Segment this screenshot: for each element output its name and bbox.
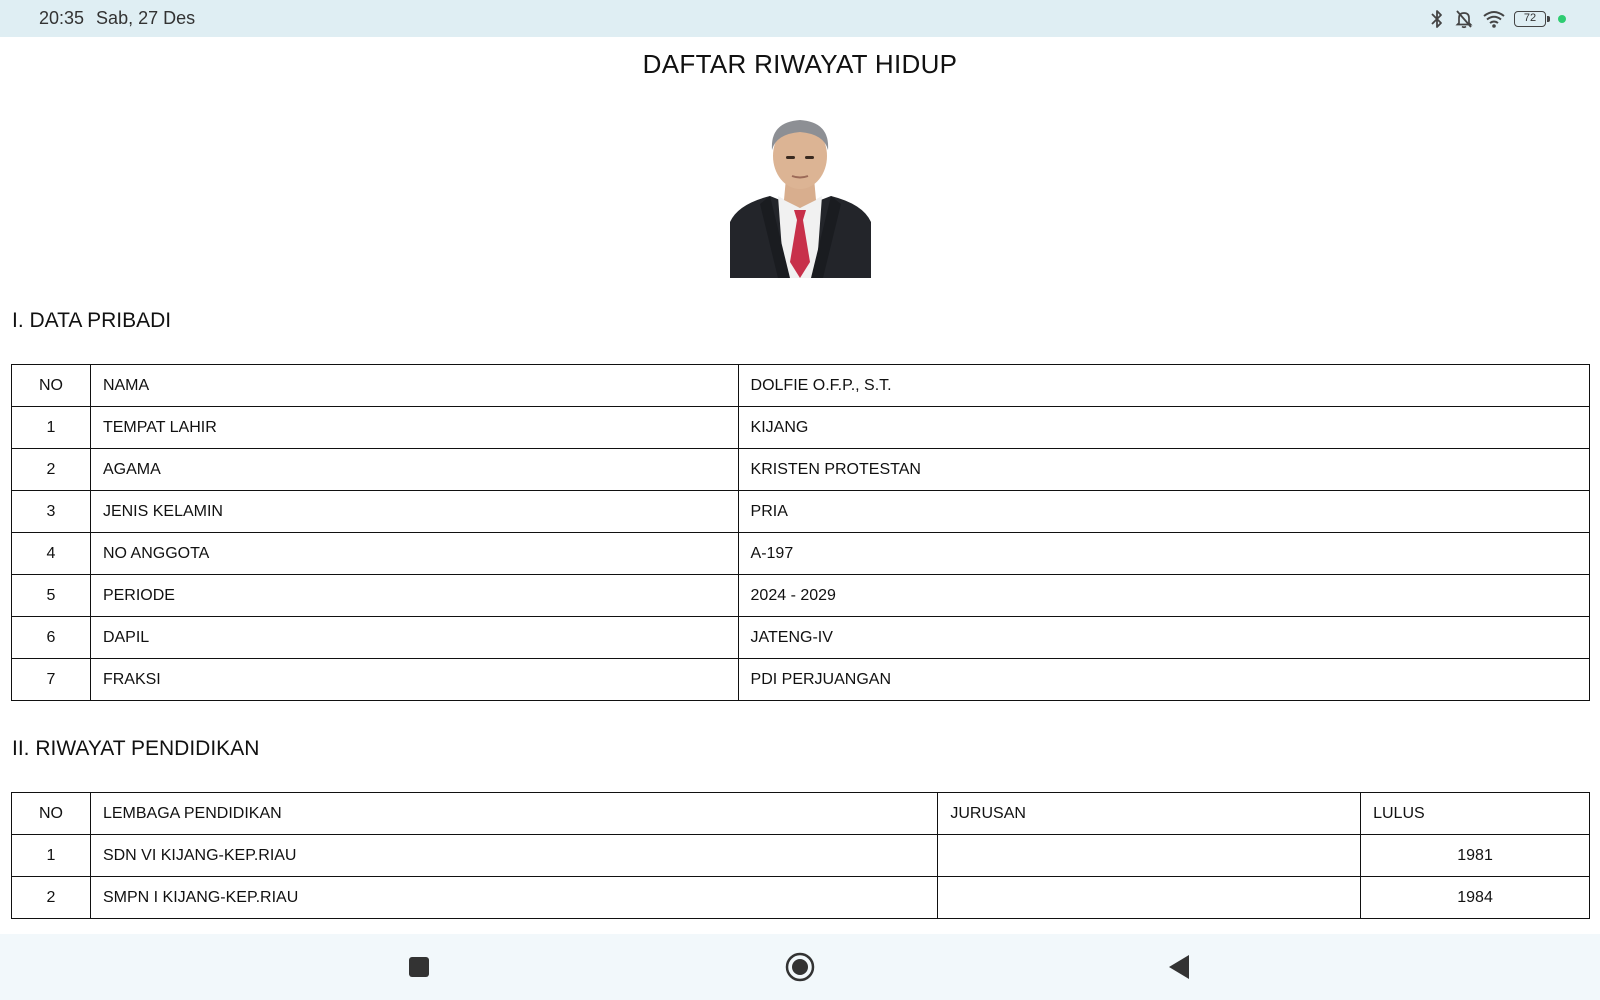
table-cell-field: AGAMA — [89, 448, 739, 491]
table-cell-no: 5 — [11, 574, 91, 617]
table-cell-field: JENIS KELAMIN — [89, 490, 739, 533]
table-cell-no: NO — [11, 364, 91, 407]
table-row: 5 PERIODE 2024 - 2029 — [11, 574, 1591, 617]
education-table: NO LEMBAGA PENDIDIKAN JURUSAN LULUS 1 SD… — [11, 792, 1590, 919]
table-cell-no: 6 — [11, 616, 91, 659]
personal-data-table: NO NAMA DOLFIE O.F.P., S.T. 1 TEMPAT LAH… — [11, 364, 1591, 701]
table-cell-field: DAPIL — [89, 616, 739, 659]
table-cell-institution: SDN VI KIJANG-KEP.RIAU — [89, 834, 939, 877]
section-heading-riwayat-pendidikan: II. RIWAYAT PENDIDIKAN — [12, 737, 260, 760]
table-cell-value: KIJANG — [737, 406, 1591, 449]
table-cell-no: 2 — [11, 448, 91, 491]
table-cell-no: 1 — [11, 834, 91, 877]
bluetooth-icon — [1428, 9, 1446, 29]
table-cell-no: 3 — [11, 490, 91, 533]
navigation-bar — [0, 934, 1600, 1000]
bell-off-icon — [1454, 9, 1474, 29]
table-cell-institution: LEMBAGA PENDIDIKAN — [89, 792, 939, 835]
table-cell-no: 7 — [11, 658, 91, 701]
status-left: 20:35 Sab, 27 Des — [39, 8, 195, 29]
section-heading-data-pribadi: I. DATA PRIBADI — [12, 309, 172, 332]
table-row: 7 FRAKSI PDI PERJUANGAN — [11, 658, 1591, 701]
back-triangle-icon[interactable] — [1164, 952, 1194, 982]
table-row: 6 DAPIL JATENG-IV — [11, 616, 1591, 659]
battery-icon: 72 — [1514, 10, 1550, 27]
table-cell-value: KRISTEN PROTESTAN — [737, 448, 1591, 491]
table-cell-year: 1981 — [1360, 834, 1590, 877]
table-cell-value: DOLFIE O.F.P., S.T. — [737, 364, 1591, 407]
status-time: 20:35 — [39, 8, 85, 28]
table-row: 2 AGAMA KRISTEN PROTESTAN — [11, 448, 1591, 491]
table-row: 1 TEMPAT LAHIR KIJANG — [11, 406, 1591, 449]
table-cell-year: 1984 — [1360, 876, 1590, 919]
table-cell-value: JATENG-IV — [737, 616, 1591, 659]
table-row: 1 SDN VI KIJANG-KEP.RIAU 1981 — [11, 834, 1590, 877]
table-cell-no: NO — [11, 792, 91, 835]
document-view[interactable]: DAFTAR RIWAYAT HIDUP I. DATA PRIBADI NO … — [0, 37, 1600, 934]
table-cell-major: JURUSAN — [937, 792, 1362, 835]
table-row: NO LEMBAGA PENDIDIKAN JURUSAN LULUS — [11, 792, 1590, 835]
status-icons: 72 — [1428, 9, 1566, 29]
document-title: DAFTAR RIWAYAT HIDUP — [642, 49, 958, 79]
table-cell-value: PDI PERJUANGAN — [737, 658, 1591, 701]
table-cell-field: NO ANGGOTA — [89, 532, 739, 575]
table-cell-no: 1 — [11, 406, 91, 449]
table-row: NO NAMA DOLFIE O.F.P., S.T. — [11, 364, 1591, 407]
table-cell-field: TEMPAT LAHIR — [89, 406, 739, 449]
table-cell-institution: SMPN I KIJANG-KEP.RIAU — [89, 876, 939, 919]
table-cell-no: 2 — [11, 876, 91, 919]
table-cell-major — [937, 876, 1362, 919]
table-cell-field: PERIODE — [89, 574, 739, 617]
table-cell-field: NAMA — [89, 364, 739, 407]
table-cell-field: FRAKSI — [89, 658, 739, 701]
wifi-icon — [1482, 9, 1506, 29]
table-cell-value: PRIA — [737, 490, 1591, 533]
table-row: 4 NO ANGGOTA A-197 — [11, 532, 1591, 575]
status-bar: 20:35 Sab, 27 Des 72 — [0, 0, 1600, 37]
home-circle-icon[interactable] — [785, 952, 815, 982]
indicator-dot-icon — [1558, 14, 1566, 23]
table-cell-major — [937, 834, 1362, 877]
status-date: Sab, 27 Des — [96, 8, 196, 28]
profile-photo — [730, 112, 871, 278]
table-cell-value: A-197 — [737, 532, 1591, 575]
table-cell-year: LULUS — [1360, 792, 1590, 835]
table-cell-value: 2024 - 2029 — [737, 574, 1591, 617]
table-row: 3 JENIS KELAMIN PRIA — [11, 490, 1591, 533]
table-row: 2 SMPN I KIJANG-KEP.RIAU 1984 — [11, 876, 1590, 919]
table-cell-no: 4 — [11, 532, 91, 575]
recents-square-icon[interactable] — [404, 952, 434, 982]
